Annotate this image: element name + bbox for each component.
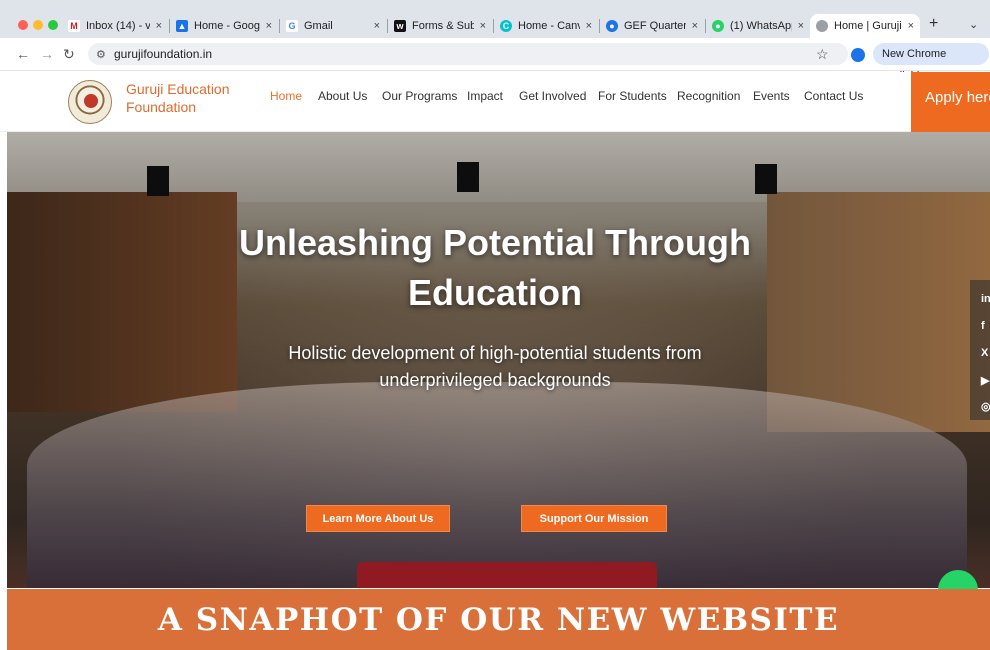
logo-emblem <box>84 94 98 108</box>
gmail-icon: M <box>68 20 80 32</box>
x-twitter-icon[interactable]: X <box>981 347 988 359</box>
linkedin-icon[interactable]: in <box>981 293 990 305</box>
instagram-icon[interactable]: ◎ <box>981 400 990 413</box>
hero-title-line-1: Unleashing Potential Through <box>239 222 751 263</box>
url-text: gurujifoundation.in <box>114 47 213 61</box>
profile-avatar[interactable] <box>851 48 865 62</box>
browser-tab[interactable]: M Inbox (14) - vid× <box>62 14 168 38</box>
nav-about-us[interactable]: About Us <box>318 89 367 103</box>
nav-for-students[interactable]: For Students <box>598 89 667 103</box>
whatsapp-icon: ● <box>712 20 724 32</box>
support-mission-button[interactable]: Support Our Mission <box>521 505 667 532</box>
learn-more-button[interactable]: Learn More About Us <box>306 505 450 532</box>
close-tab-icon[interactable]: × <box>266 20 272 32</box>
chrome-update-button[interactable]: New Chrome available <box>873 43 989 82</box>
back-icon[interactable]: ← <box>16 46 30 62</box>
hero-subtitle-line-2: underprivileged backgrounds <box>379 370 611 390</box>
apply-here-button[interactable]: Apply here <box>911 72 990 132</box>
close-tab-icon[interactable]: × <box>908 20 914 32</box>
close-tab-icon[interactable]: × <box>374 20 380 32</box>
browser-tab[interactable]: ● GEF Quarterly× <box>600 14 704 38</box>
youtube-icon[interactable]: ▶ <box>981 374 989 387</box>
close-window-button[interactable] <box>18 20 28 30</box>
google-icon: G <box>286 20 298 32</box>
google-drive-icon: ▲ <box>176 20 188 32</box>
close-tab-icon[interactable]: × <box>480 20 486 32</box>
nav-events[interactable]: Events <box>753 89 790 103</box>
nav-contact-us[interactable]: Contact Us <box>804 89 863 103</box>
caption-banner-text: A SNAPHOT OF OUR NEW WEBSITE <box>157 602 840 638</box>
browser-tab[interactable]: ● (1) WhatsApp × <box>706 14 810 38</box>
nav-home[interactable]: Home <box>270 89 302 103</box>
site-settings-icon[interactable]: ⚙ <box>96 48 106 61</box>
maximize-window-button[interactable] <box>48 20 58 30</box>
new-tab-icon[interactable]: + <box>929 15 938 33</box>
facebook-icon[interactable]: f <box>981 320 985 332</box>
foundation-logo[interactable] <box>68 80 112 124</box>
wix-icon: w <box>394 20 406 32</box>
brand-line-1: Guruji Education <box>126 81 230 97</box>
browser-tab[interactable]: C Home - Canva× <box>494 14 598 38</box>
nav-impact[interactable]: Impact <box>467 89 503 103</box>
brand-name[interactable]: Guruji Education Foundation <box>126 80 230 116</box>
hero-subtitle-line-1: Holistic development of high-potential s… <box>288 343 702 363</box>
bookmark-star-icon[interactable]: ☆ <box>816 46 829 63</box>
drive-icon: ● <box>606 20 618 32</box>
close-tab-icon[interactable]: × <box>156 20 162 32</box>
reload-icon[interactable]: ↻ <box>63 46 75 63</box>
browser-tab[interactable]: ▲ Home - Googl × <box>170 14 278 38</box>
browser-tab-active[interactable]: Home | Guruji × <box>810 14 920 38</box>
minimize-window-button[interactable] <box>33 20 43 30</box>
hero-title: Unleashing Potential Through Education <box>0 218 990 318</box>
forward-icon[interactable]: → <box>40 46 54 62</box>
canva-icon: C <box>500 20 512 32</box>
site-icon <box>816 20 828 32</box>
nav-our-programs[interactable]: Our Programs <box>382 89 457 103</box>
nav-get-involved[interactable]: Get Involved <box>519 89 586 103</box>
close-tab-icon[interactable]: × <box>798 20 804 32</box>
brand-line-2: Foundation <box>126 99 197 115</box>
nav-recognition[interactable]: Recognition <box>677 89 740 103</box>
tab-search-icon[interactable]: ⌄ <box>969 18 978 31</box>
browser-tab[interactable]: G Gmail × <box>280 14 386 38</box>
close-tab-icon[interactable]: × <box>586 20 592 32</box>
hero-title-line-2: Education <box>407 272 582 313</box>
hero-subtitle: Holistic development of high-potential s… <box>0 340 990 394</box>
close-tab-icon[interactable]: × <box>692 20 698 32</box>
browser-tab[interactable]: w Forms & Subm× <box>388 14 492 38</box>
